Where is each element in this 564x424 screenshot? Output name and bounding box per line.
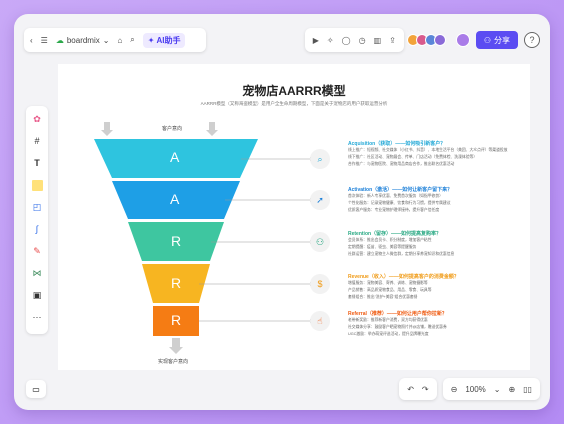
chevron-down-icon: ⌄ <box>102 35 110 45</box>
mindmap-icon[interactable]: ⋈ <box>30 266 44 280</box>
undo-icon[interactable]: ↶ <box>407 385 414 394</box>
stage-line: 首次体验：新人专享优惠、免费首次服务（如指甲修剪） <box>348 194 443 198</box>
stage-line: 优质客户服务：专业宠物护理师接待，提升客户信任度 <box>348 208 440 212</box>
stage-letter: R <box>171 312 182 328</box>
stage-letter: R <box>171 275 182 291</box>
fit-screen-icon[interactable]: ▯▯ <box>523 385 532 394</box>
funnel-bottom-label: 实现客户意向 <box>158 359 189 365</box>
share-label: 分享 <box>494 35 510 45</box>
history-controls: ↶ ↷ <box>399 378 437 400</box>
zoom-controls: ⊖ 100% ⌄ ⊕ ▯▯ <box>442 378 540 400</box>
search-icon[interactable]: ⌕ <box>130 35 134 45</box>
cloud-icon: ☁ <box>55 35 64 45</box>
stage-letter: A <box>170 191 180 207</box>
stage-line: 老带新奖励：推荐新客户消费，双方均获得优惠 <box>348 318 428 322</box>
cursor-click-icon: ➚ <box>310 190 330 210</box>
stage-heading: Retention（留存）——如何提高复购率？ <box>348 231 442 237</box>
stage-line: 合作推广：与宠物医院、宠物用品商店合作，推出联名优惠活动 <box>348 162 455 166</box>
play-icon[interactable]: ▶ <box>313 36 319 45</box>
magic-icon[interactable]: ✧ <box>327 36 334 45</box>
stage-line: 社群运营：建立宠物主人微信群，定期分享养宠知识和优惠信息 <box>348 252 455 256</box>
sticky-note-icon[interactable] <box>30 178 44 192</box>
brand-name: boardmix <box>66 35 100 45</box>
frame-icon[interactable]: # <box>30 134 44 148</box>
back-icon[interactable]: ‹ <box>30 36 33 45</box>
user-add-icon: ⚇ <box>483 35 491 45</box>
money-icon: $ <box>310 274 330 294</box>
stage-letter: A <box>170 149 180 165</box>
stage-heading: Referral（推荐）——如何让用户帮你拉新？ <box>348 311 447 317</box>
stage-line: 产品销售：高品质宠物食品、用品、零食、玩具等 <box>348 288 432 292</box>
avatar <box>433 34 446 46</box>
ai-assistant-label: AI助手 <box>156 35 181 45</box>
clock-icon[interactable]: ◷ <box>359 36 366 45</box>
user-avatar[interactable] <box>455 33 470 47</box>
tag-icon[interactable]: ⌂ <box>117 36 122 45</box>
stage-line: 线下推广：社区活动、宠物展会、传单、门店活动（免费体检、洗澡体验等） <box>348 155 478 159</box>
app-window: ‹ ☰ ☁ boardmix ⌄ ⌂ ⌕ ✦ AI助手 ▶ ✧ ◯ ◷ ▥ ⇪ <box>14 14 550 410</box>
down-arrow-left <box>101 122 113 136</box>
stage-heading: Acquisition（获取）——如何吸引新客户？ <box>348 141 446 147</box>
stage-description-activation: Activation（激活）——如何让新客户留下来？ 首次体验：新人专享优惠、免… <box>348 186 528 214</box>
stage-line: UGC激励：举办萌宠评选活动，提升品牌曝光度 <box>348 332 429 336</box>
stage-line: 定期提醒：疫苗、驱虫、美容等提醒服务 <box>348 245 417 249</box>
template-icon[interactable]: ▣ <box>30 288 44 302</box>
collaborator-avatars[interactable] <box>406 34 446 46</box>
library-icon[interactable]: ▥ <box>374 36 382 45</box>
stage-line: 个性化服务：记录宠物健康、饮食和行为习惯，提供专属建议 <box>348 201 451 205</box>
chevron-down-icon: ⌄ <box>493 384 501 394</box>
funnel-top-label: 客户意向 <box>162 126 183 132</box>
zoom-level[interactable]: 100% <box>465 385 485 394</box>
down-arrow-bottom <box>169 338 183 354</box>
stage-description-acquisition: Acquisition（获取）——如何吸引新客户？ 线上推广：短视频、社交媒体（… <box>348 140 528 168</box>
stage-description-referral: Referral（推荐）——如何让用户帮你拉新？ 老带新奖励：推荐新客户消费，双… <box>348 310 528 338</box>
help-icon[interactable]: ? <box>524 32 540 48</box>
share-button[interactable]: ⚇ 分享 <box>475 31 518 49</box>
view-tools: ▶ ✧ ◯ ◷ ▥ ⇪ <box>304 28 404 52</box>
zoom-in-icon[interactable]: ⊕ <box>508 385 515 394</box>
top-right-toolbar: ▶ ✧ ◯ ◷ ▥ ⇪ ⚇ 分享 ? <box>304 28 540 52</box>
export-icon[interactable]: ⇪ <box>389 36 396 45</box>
menu-icon[interactable]: ☰ <box>41 36 48 45</box>
stage-letter: R <box>171 233 182 249</box>
top-left-toolbar: ‹ ☰ ☁ boardmix ⌄ ⌂ ⌕ ✦ AI助手 <box>24 28 206 52</box>
more-icon[interactable]: ··· <box>30 310 44 324</box>
left-tool-panel: ✿ # T ◰ ∫ ✎ ⋈ ▣ ··· <box>26 106 48 334</box>
stage-line: 线上推广：短视频、社交媒体（小红书、抖音）、本地生活平台（美团、大众点评）等渠道… <box>348 148 508 152</box>
whiteboard-canvas[interactable]: 宠物店AARRR模型 AARRR模型（又称海盗模型）是用户全生命周期模型，下面是… <box>58 64 530 370</box>
bottom-controls: ↶ ↷ ⊖ 100% ⌄ ⊕ ▯▯ <box>399 378 540 400</box>
ai-icon: ✦ <box>147 35 155 45</box>
shape-icon[interactable]: ◰ <box>30 200 44 214</box>
minimap-button[interactable]: ▭ <box>26 380 46 398</box>
zoom-out-icon[interactable]: ⊖ <box>451 385 458 394</box>
minimap-icon: ▭ <box>32 384 40 394</box>
stage-heading: Activation（激活）——如何让新客户留下来？ <box>348 187 453 193</box>
thumbs-up-icon: ☝ <box>310 311 330 331</box>
redo-icon[interactable]: ↷ <box>422 385 429 394</box>
stage-heading: Revenue（收入）——如何提高客户的消费金额？ <box>348 274 459 280</box>
ai-assistant-button[interactable]: ✦ AI助手 <box>142 32 186 48</box>
stage-description-retention: Retention（留存）——如何提高复购率？ 会员体系：推出会员卡、积分制度，… <box>348 230 528 258</box>
search-chart-icon: ⌕ <box>310 149 330 169</box>
connector-icon[interactable]: ∫ <box>30 222 44 236</box>
pen-icon[interactable]: ✎ <box>30 244 44 258</box>
comment-icon[interactable]: ◯ <box>342 36 351 45</box>
brand-menu[interactable]: ☁ boardmix ⌄ <box>56 36 110 45</box>
palette-icon[interactable]: ✿ <box>30 112 44 126</box>
stage-line: 社交媒体分享：鼓励客户晒宠物照片并@店铺，赠送优惠券 <box>348 325 447 329</box>
stage-line: 会员体系：推出会员卡、积分制度，增加客户粘性 <box>348 238 432 242</box>
text-icon[interactable]: T <box>30 156 44 170</box>
stage-line: 套餐组合：推出"洗护+美容"组合优惠套餐 <box>348 295 418 299</box>
down-arrow-right <box>206 122 218 136</box>
users-icon: ⚇ <box>310 232 330 252</box>
stage-description-revenue: Revenue（收入）——如何提高客户的消费金额？ 增值服务：宠物美容、寄养、训… <box>348 273 528 301</box>
stage-line: 增值服务：宠物美容、寄养、训练、宠物摄影等 <box>348 281 428 285</box>
